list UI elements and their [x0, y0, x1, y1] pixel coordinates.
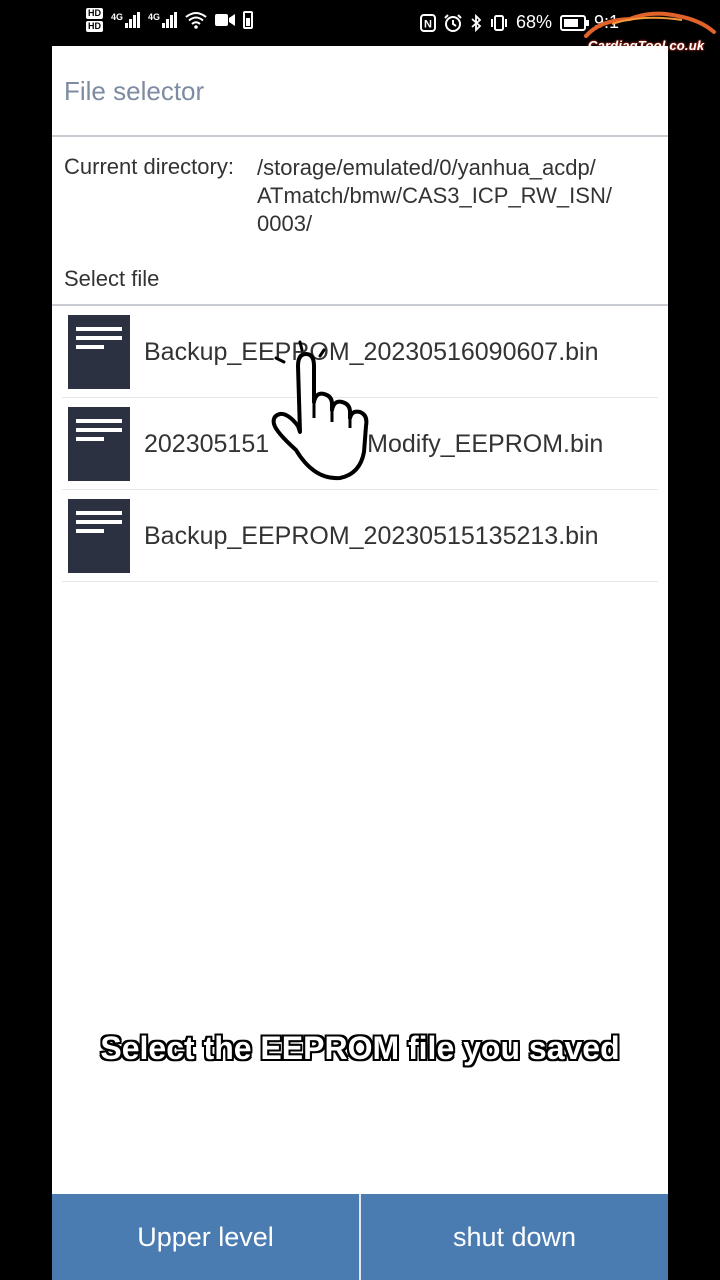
video-caption: Select the EEPROM file you saved: [100, 1030, 620, 1066]
document-icon: [68, 315, 130, 389]
status-bar-left: HD HD 4G 4G: [86, 8, 254, 32]
file-name: Backup_EEPROM_20230515135213.bin: [144, 522, 599, 550]
network-label-2: 4G: [148, 12, 161, 22]
car-silhouette-icon: [584, 11, 716, 38]
directory-path-line-3: 0003/: [257, 211, 313, 236]
current-directory-label: Current directory:: [64, 154, 234, 179]
directory-path-line-2: ATmatch/bmw/CAS3_ICP_RW_ISN/: [257, 183, 612, 208]
current-directory-path: /storage/emulated/0/yanhua_acdp/ ATmatch…: [257, 154, 657, 238]
directory-path-line-1: /storage/emulated/0/yanhua_acdp/: [257, 155, 596, 180]
document-icon: [68, 499, 130, 573]
file-selector-dialog: File selector Current directory: /storag…: [52, 46, 668, 1280]
small-battery-icon: [243, 11, 254, 29]
title-divider: [52, 135, 668, 137]
file-row-3[interactable]: Backup_EEPROM_20230515135213.bin: [62, 490, 658, 582]
hd-label-1: HD: [86, 8, 103, 19]
nfc-label: N: [424, 18, 432, 30]
video-icon: [215, 14, 236, 26]
signal-icon-1: 4G: [111, 12, 141, 28]
alarm-icon: [444, 13, 462, 32]
hd-label-2: HD: [86, 21, 103, 32]
shut-down-button[interactable]: shut down: [359, 1194, 668, 1280]
bottom-button-bar: Upper level shut down: [52, 1194, 668, 1280]
upper-level-button[interactable]: Upper level: [52, 1194, 359, 1280]
document-icon: [68, 407, 130, 481]
vibrate-icon: [491, 14, 507, 31]
select-file-label: Select file: [64, 266, 160, 291]
wifi-icon: [185, 12, 207, 29]
battery-percentage: 68%: [516, 12, 553, 32]
dialog-title: File selector: [64, 76, 205, 106]
file-name-visible-start: 202305151: [144, 430, 270, 458]
network-label-1: 4G: [111, 12, 124, 22]
nfc-icon: N: [420, 13, 436, 32]
signal-icon-2: 4G: [148, 12, 178, 28]
hd-icon: HD HD: [86, 8, 103, 32]
file-name-visible-end: Modify_EEPROM.bin: [367, 430, 604, 458]
bluetooth-icon: [471, 13, 482, 32]
hand-pointer-icon: [271, 340, 369, 481]
